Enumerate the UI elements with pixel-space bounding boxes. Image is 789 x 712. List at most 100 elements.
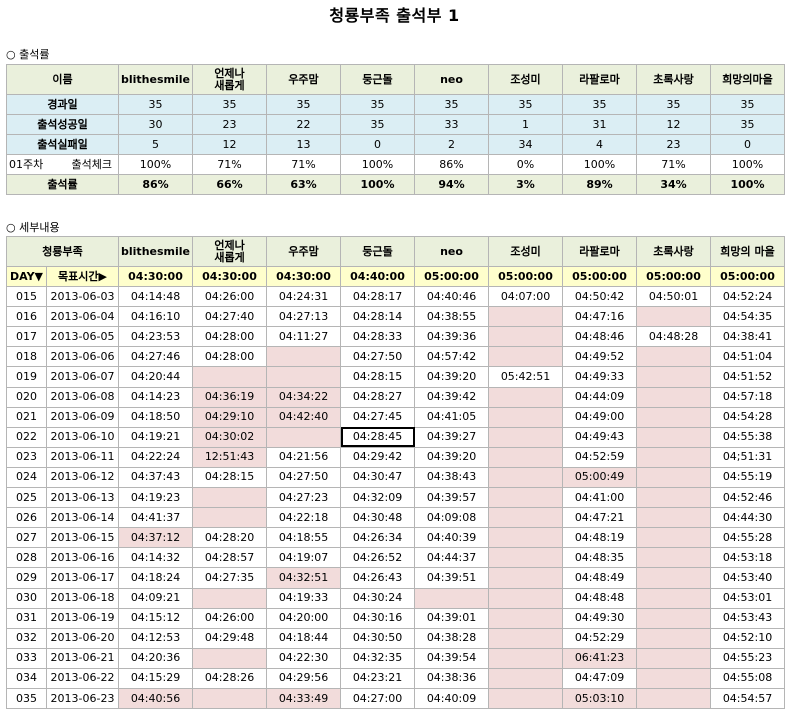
time-cell[interactable]: 04:49:30 xyxy=(562,607,638,629)
time-cell[interactable]: 04:20:44 xyxy=(118,366,194,388)
summary-value-cell[interactable]: 35 xyxy=(118,94,193,115)
date-cell[interactable]: 2013-06-08 xyxy=(45,386,120,408)
date-cell[interactable]: 2013-06-23 xyxy=(45,687,120,710)
time-cell[interactable] xyxy=(488,406,564,428)
summary-value-cell[interactable]: 35 xyxy=(562,94,637,115)
time-cell[interactable]: 04:09:08 xyxy=(414,507,490,529)
time-cell[interactable]: 04:55:38 xyxy=(710,426,786,448)
summary-value-cell[interactable]: 35 xyxy=(340,114,415,135)
time-cell[interactable] xyxy=(488,386,564,408)
time-cell[interactable]: 04:27:40 xyxy=(192,306,268,328)
time-cell[interactable]: 04:27:13 xyxy=(266,306,342,328)
time-cell[interactable]: 04:29:42 xyxy=(340,446,416,468)
target-time-cell[interactable]: 05:00:00 xyxy=(562,265,638,288)
time-cell[interactable]: 05:42:51 xyxy=(488,366,564,388)
member-header-cell[interactable]: blithesmile xyxy=(118,64,193,95)
time-cell[interactable]: 04:14:48 xyxy=(118,286,194,308)
day-number-cell[interactable]: 016 xyxy=(6,306,47,328)
date-cell[interactable]: 2013-06-07 xyxy=(45,366,120,388)
check-value-cell[interactable]: 100% xyxy=(118,154,193,175)
time-cell[interactable]: 04:53:40 xyxy=(710,567,786,589)
date-cell[interactable]: 2013-06-06 xyxy=(45,346,120,368)
time-cell[interactable]: 04:09:21 xyxy=(118,587,194,609)
day-number-cell[interactable]: 032 xyxy=(6,627,47,649)
time-cell[interactable] xyxy=(192,487,268,509)
time-cell[interactable]: 04:30:24 xyxy=(340,587,416,609)
time-cell[interactable]: 04:26:34 xyxy=(340,527,416,549)
time-cell[interactable] xyxy=(636,426,712,448)
date-cell[interactable]: 2013-06-11 xyxy=(45,446,120,468)
rate-value-cell[interactable]: 63% xyxy=(266,174,341,195)
rate-value-cell[interactable]: 66% xyxy=(192,174,267,195)
time-cell[interactable]: 04:52:24 xyxy=(710,286,786,308)
date-cell[interactable]: 2013-06-18 xyxy=(45,587,120,609)
time-cell[interactable]: 04:19:33 xyxy=(266,587,342,609)
time-cell[interactable]: 04:28:27 xyxy=(340,386,416,408)
summary-value-cell[interactable]: 5 xyxy=(118,134,193,155)
time-cell[interactable] xyxy=(636,687,712,710)
member-header-cell[interactable]: neo xyxy=(414,64,489,95)
time-cell[interactable]: 04:53:18 xyxy=(710,547,786,569)
date-cell[interactable]: 2013-06-10 xyxy=(45,426,120,448)
time-cell[interactable]: 04:28:45 xyxy=(340,426,416,448)
day-number-cell[interactable]: 026 xyxy=(6,507,47,529)
rate-label-cell[interactable]: 출석률 xyxy=(6,174,119,195)
date-cell[interactable]: 2013-06-21 xyxy=(45,647,120,669)
time-cell[interactable]: 04:30:47 xyxy=(340,466,416,489)
time-cell[interactable]: 04:44:30 xyxy=(710,507,786,529)
member-header-cell[interactable]: blithesmile xyxy=(118,236,194,267)
time-cell[interactable]: 04:15:29 xyxy=(118,667,194,689)
date-cell[interactable]: 2013-06-05 xyxy=(45,326,120,348)
date-cell[interactable]: 2013-06-12 xyxy=(45,466,120,489)
time-cell[interactable]: 04:29:48 xyxy=(192,627,268,649)
date-cell[interactable]: 2013-06-03 xyxy=(45,286,120,308)
time-cell[interactable]: 04:28:15 xyxy=(340,366,416,388)
summary-value-cell[interactable]: 35 xyxy=(710,94,785,115)
member-header-cell[interactable]: 조성미 xyxy=(488,64,563,95)
time-cell[interactable]: 04:39:20 xyxy=(414,446,490,468)
day-number-cell[interactable]: 031 xyxy=(6,607,47,629)
time-cell[interactable]: 04:39:42 xyxy=(414,386,490,408)
time-cell[interactable]: 04:26:00 xyxy=(192,607,268,629)
time-cell[interactable] xyxy=(636,567,712,589)
time-cell[interactable]: 04:38:55 xyxy=(414,306,490,328)
time-cell[interactable] xyxy=(192,587,268,609)
date-cell[interactable]: 2013-06-15 xyxy=(45,527,120,549)
summary-value-cell[interactable]: 35 xyxy=(636,94,711,115)
time-cell[interactable] xyxy=(192,687,268,710)
time-cell[interactable] xyxy=(636,366,712,388)
summary-value-cell[interactable]: 31 xyxy=(562,114,637,135)
target-time-cell[interactable]: 04:30:00 xyxy=(266,265,342,288)
date-cell[interactable]: 2013-06-19 xyxy=(45,607,120,629)
time-cell[interactable]: 04:41:05 xyxy=(414,406,490,428)
time-cell[interactable]: 04:18:24 xyxy=(118,567,194,589)
time-cell[interactable]: 04:41:00 xyxy=(562,487,638,509)
target-time-cell[interactable]: 05:00:00 xyxy=(636,265,712,288)
time-cell[interactable]: 04:40:09 xyxy=(414,687,490,710)
rate-value-cell[interactable]: 3% xyxy=(488,174,563,195)
member-header-cell[interactable]: neo xyxy=(414,236,490,267)
time-cell[interactable]: 04:14:32 xyxy=(118,547,194,569)
day-number-cell[interactable]: 029 xyxy=(6,567,47,589)
target-time-cell[interactable]: 05:00:00 xyxy=(488,265,564,288)
date-cell[interactable]: 2013-06-16 xyxy=(45,547,120,569)
time-cell[interactable]: 04:28:20 xyxy=(192,527,268,549)
time-cell[interactable]: 04:52:59 xyxy=(562,446,638,468)
member-header-cell[interactable]: 희망의마을 xyxy=(710,64,785,95)
time-cell[interactable] xyxy=(488,326,564,348)
time-cell[interactable]: 04:26:52 xyxy=(340,547,416,569)
time-cell[interactable] xyxy=(636,647,712,669)
time-cell[interactable]: 04:47:21 xyxy=(562,507,638,529)
time-cell[interactable] xyxy=(636,667,712,689)
time-cell[interactable]: 04:28:14 xyxy=(340,306,416,328)
summary-value-cell[interactable]: 0 xyxy=(710,134,785,155)
time-cell[interactable] xyxy=(266,366,342,388)
member-header-cell[interactable]: 라팔로마 xyxy=(562,64,637,95)
time-cell[interactable] xyxy=(488,426,564,448)
summary-value-cell[interactable]: 30 xyxy=(118,114,193,135)
time-cell[interactable] xyxy=(488,587,564,609)
summary-value-cell[interactable]: 12 xyxy=(192,134,267,155)
time-cell[interactable]: 04:12:53 xyxy=(118,627,194,649)
rate-value-cell[interactable]: 34% xyxy=(636,174,711,195)
day-number-cell[interactable]: 025 xyxy=(6,487,47,509)
